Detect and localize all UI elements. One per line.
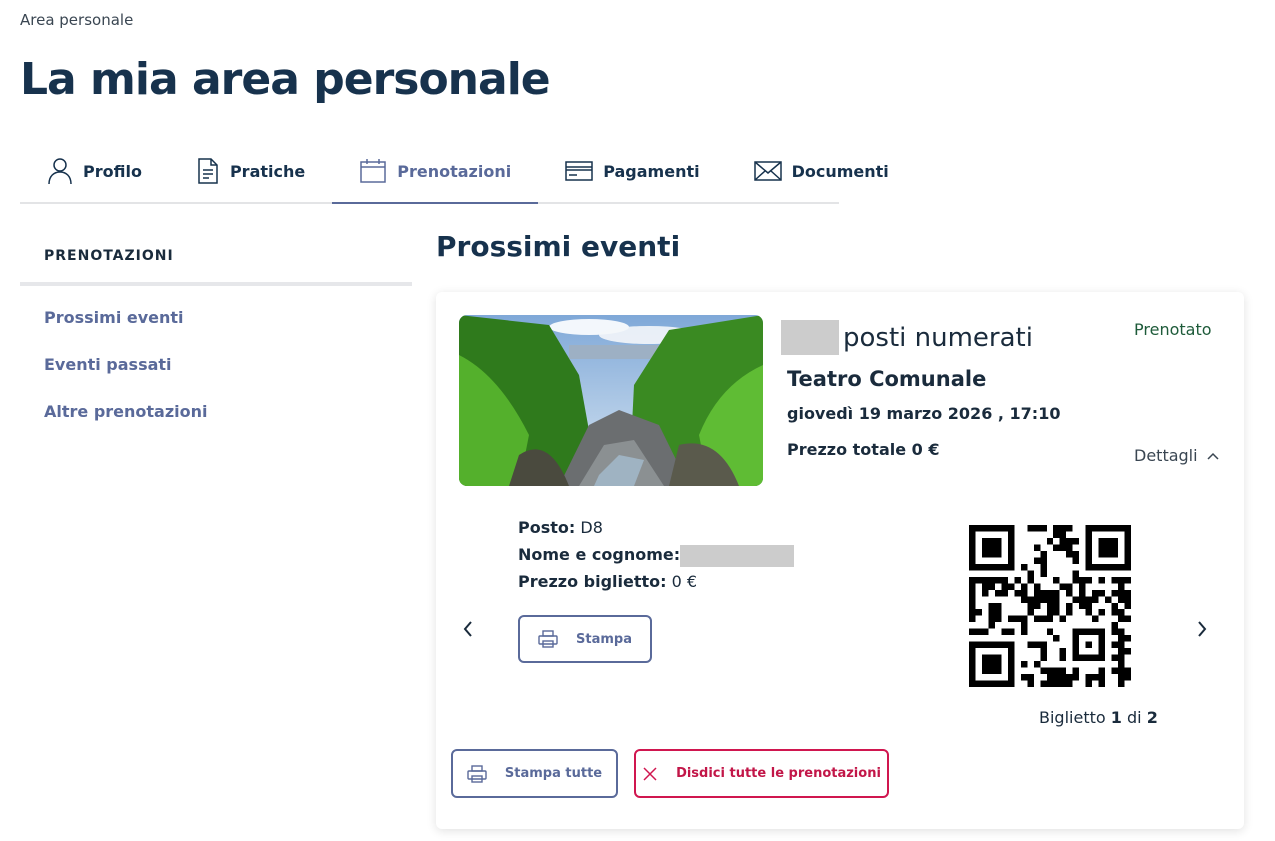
status-badge: Prenotato xyxy=(1134,320,1212,339)
tab-pratiche-label: Pratiche xyxy=(229,161,306,181)
document-icon xyxy=(196,157,220,185)
event-datetime: giovedì 19 marzo 2026 , 17:10 xyxy=(787,404,1061,423)
ticket-seat: Posto: D8 xyxy=(518,518,603,537)
tab-bar: Profilo Pratiche Prenotazioni Pagamenti … xyxy=(20,140,889,204)
sidebar-item-eventi-passati[interactable]: Eventi passati xyxy=(20,341,412,388)
chevron-left-icon xyxy=(463,621,472,637)
ticket-info: Posto: D8 Nome e cognome: Prezzo bigliet… xyxy=(518,514,795,595)
event-name-text: posti numerati xyxy=(843,322,1033,353)
previous-ticket-button[interactable] xyxy=(462,620,474,638)
next-ticket-button[interactable] xyxy=(1196,620,1208,638)
print-button[interactable]: Stampa xyxy=(518,615,652,663)
printer-icon xyxy=(538,629,558,649)
calendar-icon xyxy=(359,158,387,184)
sidebar-item-altre-prenotazioni[interactable]: Altre prenotazioni xyxy=(20,388,412,435)
envelope-icon xyxy=(753,160,782,182)
sidebar-title: PRENOTAZIONI xyxy=(20,230,412,286)
print-label: Stampa xyxy=(576,631,632,647)
tab-documenti-label: Documenti xyxy=(791,161,889,181)
tab-pagamenti-label: Pagamenti xyxy=(603,161,700,181)
print-all-label: Stampa tutte xyxy=(504,766,603,781)
close-icon xyxy=(642,766,658,782)
tab-documenti[interactable]: Documenti xyxy=(727,140,916,202)
cancel-all-label: Disdici tutte le prenotazioni xyxy=(676,766,881,781)
credit-card-icon xyxy=(565,160,593,182)
ticket-price: Prezzo biglietto: 0 € xyxy=(518,572,698,591)
chevron-up-icon xyxy=(1206,451,1220,461)
chevron-right-icon xyxy=(1198,621,1207,637)
event-total-price: Prezzo totale 0 € xyxy=(787,440,940,459)
redacted-text xyxy=(680,544,795,567)
user-icon xyxy=(47,156,73,186)
sidebar-item-prossimi-eventi[interactable]: Prossimi eventi xyxy=(20,294,412,341)
tab-profilo[interactable]: Profilo xyxy=(20,140,169,202)
event-venue: Teatro Comunale xyxy=(787,367,987,391)
tab-prenotazioni-label: Prenotazioni xyxy=(397,161,512,181)
tab-pagamenti[interactable]: Pagamenti xyxy=(538,140,726,202)
breadcrumb[interactable]: Area personale xyxy=(20,11,133,29)
details-toggle[interactable]: Dettagli xyxy=(1134,446,1220,465)
tab-pratiche[interactable]: Pratiche xyxy=(169,140,332,202)
cancel-all-bookings-button[interactable]: Disdici tutte le prenotazioni xyxy=(634,749,889,798)
tab-profilo-label: Profilo xyxy=(83,161,142,181)
event-image xyxy=(459,315,763,486)
ticket-counter: Biglietto 1 di 2 xyxy=(1039,708,1158,727)
page-title: La mia area personale xyxy=(20,54,551,105)
event-name: posti numerati xyxy=(781,320,1033,355)
details-label: Dettagli xyxy=(1134,446,1198,465)
print-all-button[interactable]: Stampa tutte xyxy=(451,749,618,798)
qr-code xyxy=(969,525,1131,687)
ticket-holder-name: Nome e cognome: xyxy=(518,541,795,568)
booking-card: posti numerati Prenotato Teatro Comunale… xyxy=(436,292,1244,829)
section-title: Prossimi eventi xyxy=(436,230,681,263)
tab-prenotazioni[interactable]: Prenotazioni xyxy=(332,140,539,204)
sidebar: PRENOTAZIONI Prossimi eventi Eventi pass… xyxy=(20,230,412,435)
printer-icon xyxy=(467,764,487,784)
redacted-text xyxy=(781,320,839,355)
